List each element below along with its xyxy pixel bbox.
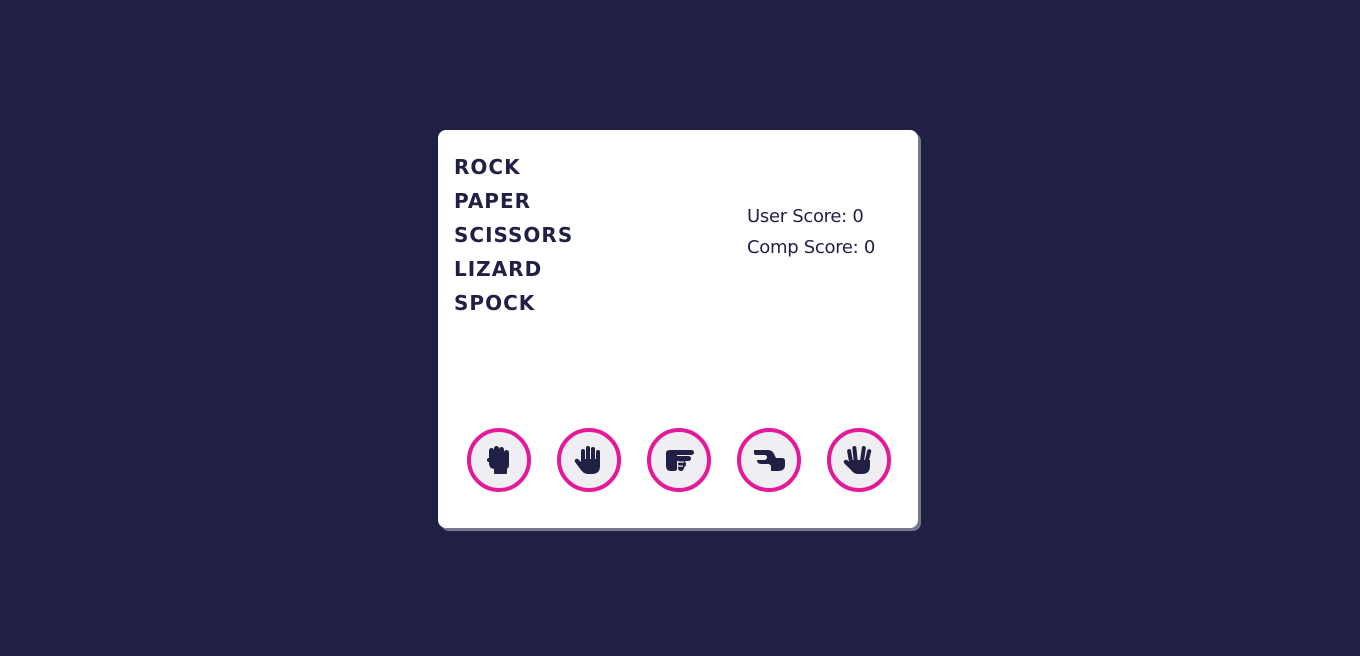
hand-rock-icon (487, 446, 509, 474)
paper-button[interactable] (557, 428, 621, 492)
rock-button[interactable] (467, 428, 531, 492)
spock-button[interactable] (827, 428, 891, 492)
title-word-rock: ROCK (454, 155, 521, 179)
comp-score-value: 0 (863, 237, 876, 258)
hand-spock-icon (843, 446, 872, 474)
user-score: User Score: 0 (747, 201, 875, 232)
scissors-button[interactable] (647, 428, 711, 492)
title-word-scissors: SCISSORS (454, 223, 574, 247)
hand-scissors-icon (666, 450, 694, 471)
title-word-paper: PAPER (454, 189, 532, 213)
hand-lizard-icon (754, 450, 785, 471)
title-word-lizard: LIZARD (454, 257, 543, 281)
comp-score-label: Comp Score: (747, 237, 864, 258)
lizard-button[interactable] (737, 428, 801, 492)
hand-paper-icon (574, 446, 600, 474)
game-title: ROCK PAPER SCISSORS LIZARD SPOCK (454, 150, 573, 320)
user-score-label: User Score: (747, 206, 853, 227)
choice-buttons (467, 428, 891, 492)
game-card: ROCK PAPER SCISSORS LIZARD SPOCK User Sc… (438, 130, 918, 528)
comp-score: Comp Score: 0 (747, 232, 875, 263)
title-word-spock: SPOCK (454, 291, 536, 315)
scoreboard: User Score: 0 Comp Score: 0 (747, 201, 875, 263)
user-score-value: 0 (852, 206, 864, 227)
